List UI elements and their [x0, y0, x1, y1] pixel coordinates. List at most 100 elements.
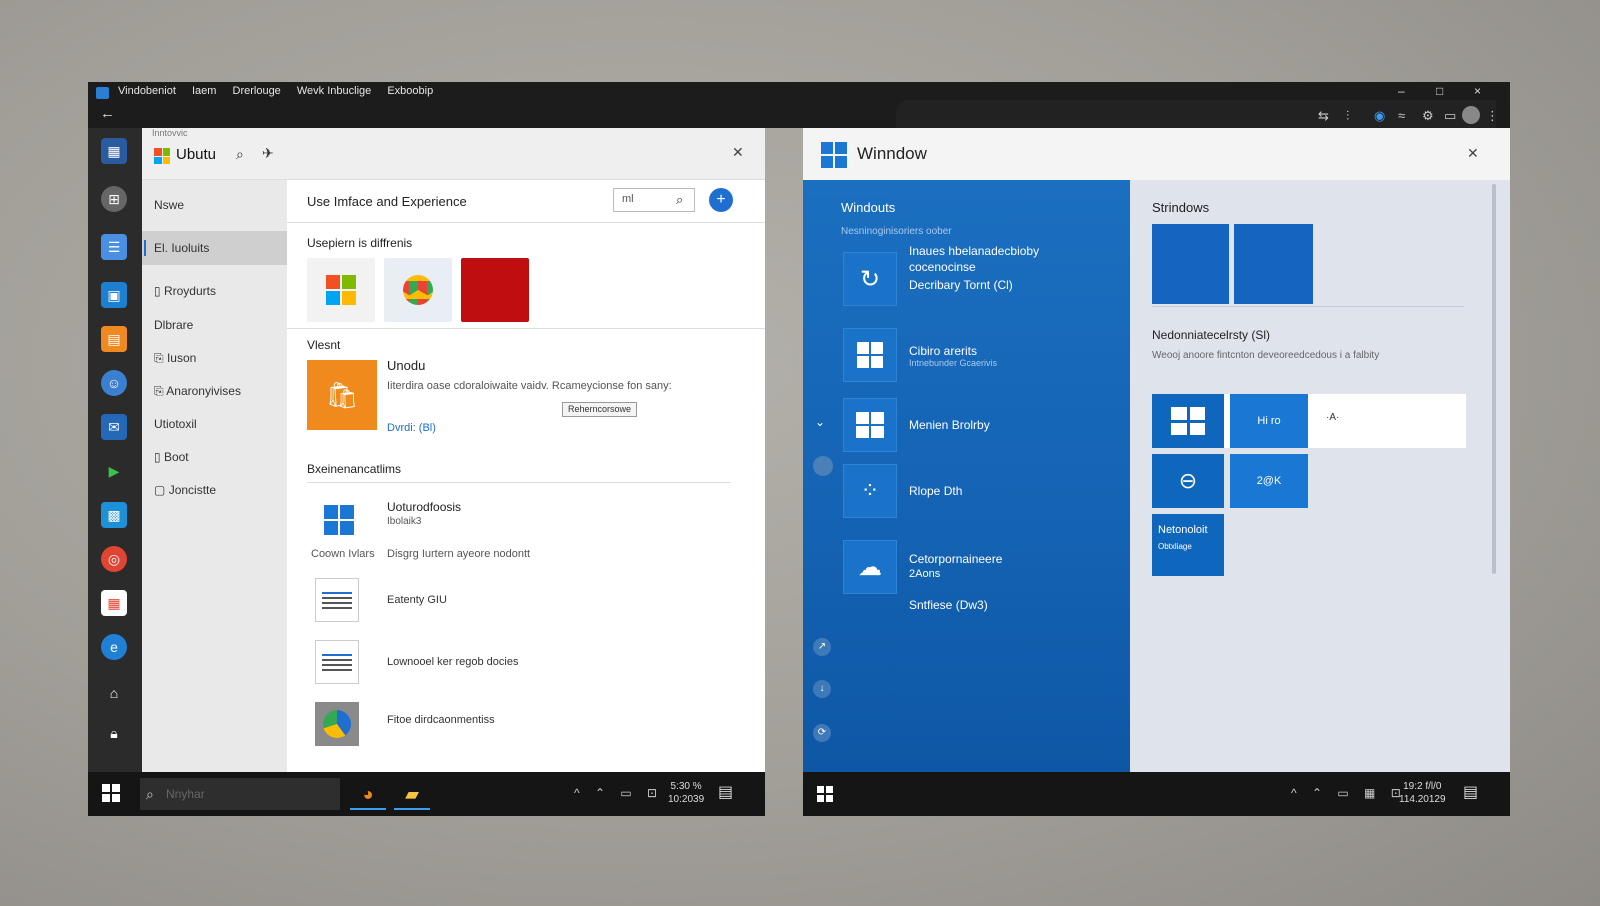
tile-item[interactable]: Netonoloit Obtxliage: [1152, 514, 1224, 576]
nav-item[interactable]: ⎘ Iuson: [142, 341, 287, 375]
user-icon[interactable]: ☺: [101, 370, 127, 396]
sync-icon[interactable]: ⇆: [1318, 108, 1329, 124]
nav-item[interactable]: ⎘ Anaronyivises: [142, 374, 287, 408]
chrome-app-thumbnail[interactable]: [384, 258, 452, 322]
document-lines-icon: [315, 640, 359, 684]
edge-icon[interactable]: e: [101, 634, 127, 660]
menu-item[interactable]: Exboobip: [387, 85, 433, 97]
side-circle-button[interactable]: ↓: [813, 680, 831, 698]
start-button[interactable]: [817, 786, 833, 802]
menu-item[interactable]: Drerlouge: [233, 85, 281, 97]
mail-icon[interactable]: ✉: [101, 414, 127, 440]
list-item-title[interactable]: Fitoe dirdcaonmentiss: [387, 714, 495, 726]
office-icon[interactable]: ▦: [101, 590, 127, 616]
list-item-title[interactable]: Eatenty GIU: [387, 594, 447, 606]
add-button[interactable]: +: [709, 188, 733, 212]
wifi-icon[interactable]: ◉: [1374, 108, 1385, 124]
chrome-icon[interactable]: ◎: [101, 546, 127, 572]
nav-item-selected[interactable]: El. Iuoluits: [142, 231, 287, 265]
signal-icon[interactable]: ≈: [1398, 108, 1405, 123]
dialpad-icon[interactable]: ⁘: [843, 464, 897, 518]
cloud-icon[interactable]: ☁: [843, 540, 897, 594]
item-line[interactable]: Cibiro arerits: [909, 344, 977, 358]
store-icon[interactable]: ▣: [101, 282, 127, 308]
tile-item[interactable]: 2@K: [1230, 454, 1308, 508]
nav-item[interactable]: ▯ Boot: [142, 440, 287, 474]
maximize-button[interactable]: □: [1436, 84, 1443, 98]
taskbar-folder-icon[interactable]: ▰: [394, 780, 430, 810]
tile-label[interactable]: ·A·: [1326, 412, 1339, 423]
notification-icon[interactable]: ▤: [718, 782, 733, 802]
minimize-button[interactable]: –: [1398, 84, 1405, 98]
windows-app-thumbnail[interactable]: [307, 258, 375, 322]
taskbar-browser-icon[interactable]: ◕: [350, 780, 386, 810]
system-tray-icons[interactable]: ^ ⌃ ▭ ⊡: [574, 786, 663, 800]
avatar[interactable]: [1462, 106, 1480, 124]
taskbar-clock[interactable]: 5:30 % 10:2039: [668, 780, 704, 806]
left-window: ▦ ⊞ ☰ ▣ ▤ ☺ ✉ ▶ ▩ ◎ ▦ e ⌂ 🔒︎ Inntovvic U…: [88, 128, 765, 772]
nav-item[interactable]: ▢ Joncistte: [142, 473, 287, 507]
windows-tile-icon[interactable]: [843, 398, 897, 452]
side-circle-button[interactable]: ↗: [813, 638, 831, 656]
edge-tile-icon[interactable]: ⊖: [1152, 454, 1224, 508]
list-icon[interactable]: ☰: [101, 234, 127, 260]
item-line[interactable]: Menien Brolrby: [909, 418, 990, 432]
scroll-dot[interactable]: [813, 456, 833, 476]
grid-icon[interactable]: ▦: [101, 138, 127, 164]
document-icon[interactable]: ▤: [101, 326, 127, 352]
nav-item[interactable]: Nswe: [142, 188, 287, 222]
menu-item[interactable]: Vindobeniot: [118, 85, 176, 97]
nav-item[interactable]: Utiotoxil: [142, 407, 287, 441]
more-icon[interactable]: ⋮: [1486, 108, 1499, 124]
store-bag-icon[interactable]: 🛍︎: [307, 360, 377, 430]
close-icon[interactable]: ✕: [732, 144, 744, 161]
system-tray-icons[interactable]: ^ ⌃ ▭ ▦ ⊡: [1291, 786, 1407, 800]
chevron-down-icon[interactable]: ⌄: [815, 415, 825, 429]
taskbar-clock[interactable]: 19:2 f/l/0 114.20129: [1399, 780, 1446, 806]
chart-icon[interactable]: ⫶: [1346, 108, 1349, 124]
item-line[interactable]: Inaues hbelanadecbioby: [909, 244, 1039, 258]
item-line[interactable]: Rlope Dth: [909, 484, 962, 498]
taskbar-search[interactable]: ⌕ Nnyhar: [140, 778, 340, 810]
search-input[interactable]: ml: [622, 193, 634, 205]
scrollbar[interactable]: [1492, 184, 1496, 574]
menu-item[interactable]: Wevk Inbuclige: [297, 85, 371, 97]
feature-link[interactable]: Dvrdi: (Bl): [387, 422, 436, 434]
list-item-title[interactable]: Uoturodfoosis: [387, 500, 461, 514]
search-box[interactable]: ml ⌕: [613, 188, 695, 212]
tile-item[interactable]: Hi ro: [1230, 394, 1308, 448]
windows-logo-icon[interactable]: ⊞: [101, 186, 127, 212]
preview-tile[interactable]: [1152, 224, 1229, 304]
preview-tile[interactable]: [1234, 224, 1313, 304]
start-button[interactable]: [102, 784, 120, 802]
home-icon[interactable]: ⌂: [101, 680, 127, 706]
window-icon[interactable]: ▭: [1444, 108, 1456, 124]
lock-icon[interactable]: 🔒︎: [101, 720, 127, 746]
nav-item[interactable]: Dlbrare: [142, 308, 287, 342]
settings-icon[interactable]: ⚙: [1422, 108, 1434, 124]
red-app-thumbnail[interactable]: [461, 258, 529, 322]
refresh-icon[interactable]: ↻: [843, 252, 897, 306]
section-title: Vlesnt: [307, 338, 341, 352]
side-circle-button[interactable]: ⟳: [813, 724, 831, 742]
close-icon[interactable]: ✕: [1467, 145, 1479, 162]
windows-tile-icon[interactable]: [1152, 394, 1224, 448]
list-item-title[interactable]: Lownooel ker regob docies: [387, 656, 518, 668]
menu-item[interactable]: Iaem: [192, 85, 216, 97]
item-line: Decribary Tornt (Cl): [909, 278, 1013, 292]
play-store-icon[interactable]: ▶: [101, 458, 127, 484]
search-icon[interactable]: ⌕: [676, 192, 683, 208]
feature-button[interactable]: Reherncorsowe: [562, 402, 638, 417]
pin-icon[interactable]: ✈: [262, 145, 274, 162]
item-line[interactable]: Cetorpornaineere: [909, 552, 1002, 566]
notification-icon[interactable]: ▤: [1463, 782, 1478, 802]
right-tab-strip: [896, 100, 1496, 128]
windows-logo-icon: [821, 142, 847, 168]
back-arrow-icon[interactable]: ←: [100, 105, 115, 122]
item-line: 2Aons: [909, 568, 941, 580]
nav-item[interactable]: ▯ Rroydurts: [142, 274, 287, 308]
windows-tile-icon[interactable]: [843, 328, 897, 382]
search-icon[interactable]: ⌕: [236, 146, 244, 163]
photos-icon[interactable]: ▩: [101, 502, 127, 528]
close-button[interactable]: ×: [1474, 84, 1481, 98]
